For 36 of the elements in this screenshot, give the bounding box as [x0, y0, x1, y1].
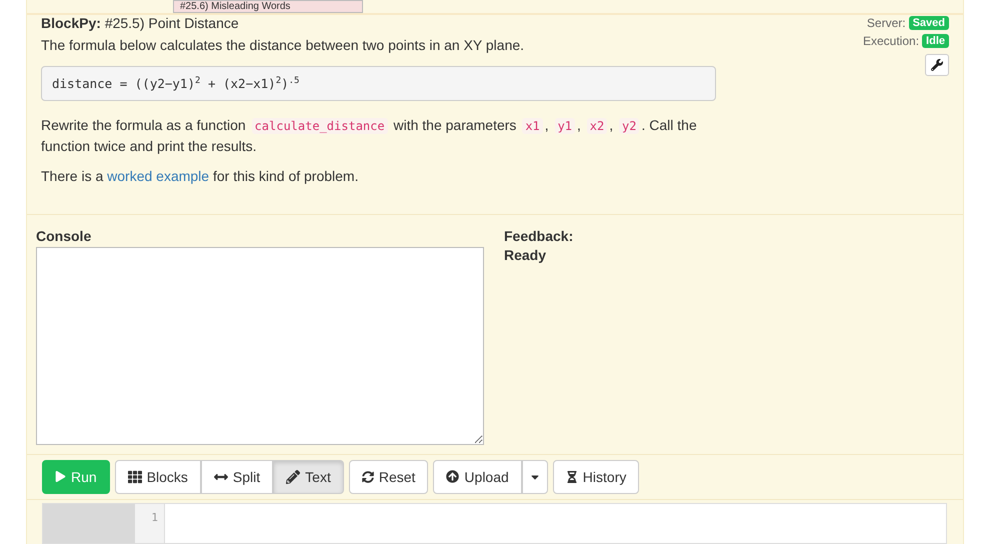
history-button[interactable]: History — [552, 460, 640, 494]
line-number: 1 — [150, 510, 158, 524]
upload-dropdown-button[interactable] — [522, 460, 548, 494]
problem-title: BlockPy: #25.5) Point Distance — [41, 14, 240, 31]
feedback-message: Ready — [504, 247, 548, 264]
settings-button[interactable] — [925, 54, 949, 76]
status-badge: Saved — [908, 16, 949, 30]
pencil-icon — [286, 470, 300, 484]
worked-example-link[interactable]: worked example — [107, 168, 210, 184]
inline-code: x2 — [586, 118, 608, 134]
status-label: Execution: — [863, 34, 920, 48]
inline-code: y1 — [554, 118, 576, 134]
inline-code: x1 — [522, 118, 543, 134]
tooltip: #25.6) Misleading Words — [173, 0, 363, 13]
inline-code: y2 — [619, 118, 640, 134]
console-field[interactable] — [36, 247, 484, 446]
mode-tab[interactable]: Text — [273, 460, 344, 494]
mode-tab[interactable]: Split — [200, 460, 274, 494]
mode-tab[interactable]: Blocks — [114, 460, 201, 494]
upload-icon — [446, 470, 460, 483]
status-badge: Idle — [922, 34, 949, 48]
instructions-text: Rewrite the formula as a function calculate_distance with the parameters x1 , y1 , x2 , y2 . Call the function twice and print the results. — [41, 116, 698, 156]
example-text: There is a worked example for this kind of problem. — [41, 167, 360, 186]
play-icon — [55, 471, 66, 482]
reset-button[interactable]: Reset — [348, 460, 428, 494]
inline-code: calculate_distance — [252, 118, 388, 134]
console-label: Console — [36, 228, 92, 244]
feedback-label: Feedback: — [504, 228, 574, 244]
intro-text: The formula below calculates the distance between two points in an XY plane. — [41, 36, 526, 55]
refresh-icon — [362, 470, 374, 482]
grid-icon — [128, 470, 142, 484]
wrench-icon — [931, 58, 943, 71]
upload-button[interactable]: Upload — [433, 460, 522, 494]
status-label: Server: — [866, 16, 906, 30]
hourglass-icon — [566, 470, 578, 482]
formula-block: distance = ((y2−y1)$^{2}$ + (x2−x1)$^{2}$)$^{.5}$ — [41, 66, 716, 101]
